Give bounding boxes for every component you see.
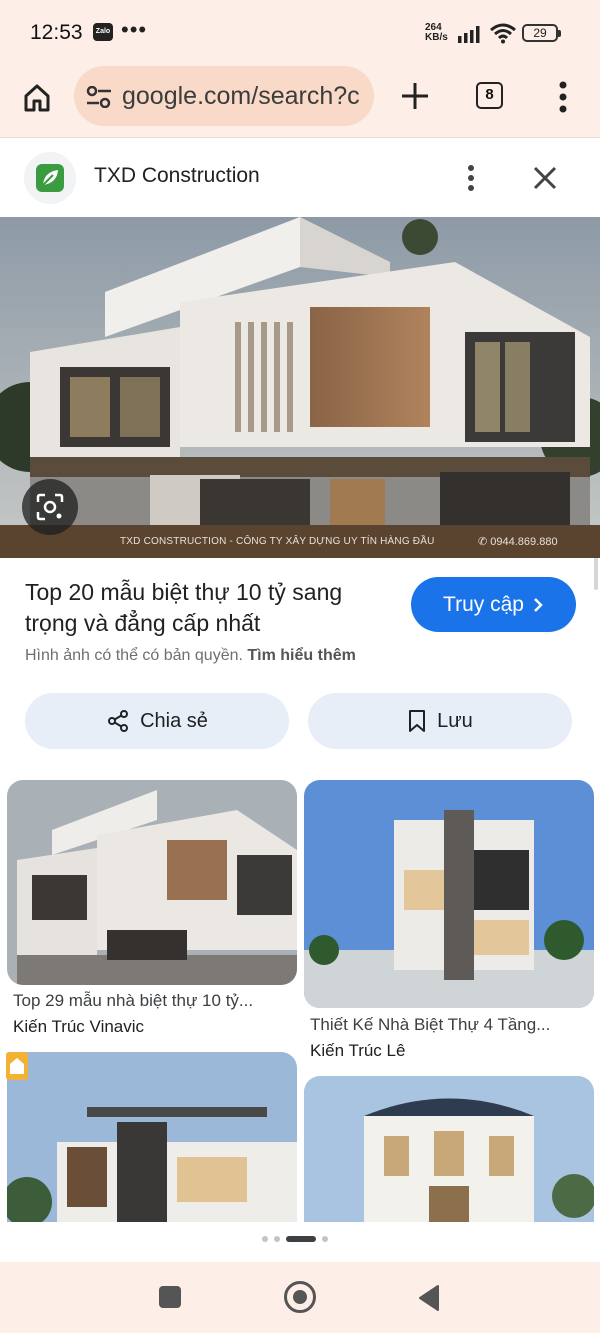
- related-image-source[interactable]: Kiến Trúc Lê: [310, 1041, 405, 1061]
- visit-button[interactable]: Truy cập: [411, 577, 576, 632]
- hero-image[interactable]: TXD CONSTRUCTION - CÔNG TY XÂY DỰNG UY T…: [0, 217, 600, 558]
- image-result-title: Top 20 mẫu biệt thự 10 tỷ sang trọng và …: [25, 579, 343, 636]
- share-button[interactable]: Chia sẻ: [25, 693, 289, 749]
- page-dot: [322, 1236, 328, 1242]
- related-image-source[interactable]: Kiến Trúc Vinavic: [13, 1017, 144, 1037]
- related-image-card[interactable]: [304, 1076, 594, 1222]
- related-image-card[interactable]: [7, 780, 297, 985]
- wifi-icon: [490, 23, 516, 44]
- battery-indicator: 29: [522, 24, 561, 42]
- related-image-card[interactable]: [304, 780, 594, 1008]
- close-icon[interactable]: [530, 163, 560, 193]
- save-button-label: Lưu: [437, 709, 473, 732]
- network-speed: 264 KB/s: [425, 23, 448, 43]
- page-dot: [274, 1236, 280, 1242]
- lens-icon: [36, 493, 64, 521]
- leaf-logo-icon: [36, 164, 64, 192]
- browser-toolbar: google.com/search?c 8: [0, 62, 600, 138]
- site-favicon: [24, 152, 76, 204]
- related-image-thumbnail: [7, 780, 297, 985]
- share-button-label: Chia sẻ: [140, 709, 208, 732]
- new-tab-button[interactable]: [398, 79, 432, 113]
- google-lens-button[interactable]: [22, 479, 78, 535]
- related-image-title[interactable]: Top 29 mẫu nhà biệt thự 10 tỷ...: [13, 991, 253, 1011]
- status-time: 12:53: [30, 21, 83, 44]
- home-icon: [24, 84, 50, 112]
- browser-menu-button[interactable]: [552, 79, 574, 115]
- visit-button-label: Truy cập: [443, 592, 524, 616]
- back-button[interactable]: [416, 1284, 442, 1312]
- related-image-thumbnail: [304, 1076, 594, 1222]
- image-watermark-caption: TXD CONSTRUCTION - CÔNG TY XÂY DỰNG UY T…: [120, 536, 435, 547]
- more-notifications-icon: •••: [121, 17, 148, 42]
- related-image-title[interactable]: Thiết Kế Nhà Biệt Thự 4 Tầng...: [310, 1015, 550, 1035]
- carousel-page-indicator: [262, 1236, 328, 1242]
- url-text[interactable]: google.com/search?c: [122, 82, 362, 111]
- signal-icon: [458, 26, 480, 43]
- learn-more-link[interactable]: Tìm hiểu thêm: [247, 647, 355, 664]
- page-dot-active: [286, 1236, 316, 1242]
- system-navigation-bar: [0, 1262, 600, 1333]
- related-image-thumbnail: [7, 1052, 297, 1222]
- address-bar[interactable]: google.com/search?c: [74, 66, 374, 126]
- chevron-right-icon: [534, 597, 543, 612]
- home-button[interactable]: [18, 79, 56, 117]
- zalo-notification-icon: Zalo: [93, 23, 113, 41]
- site-name[interactable]: TXD Construction: [94, 164, 260, 188]
- image-viewer-header: TXD Construction: [0, 139, 600, 217]
- site-settings-icon[interactable]: [86, 86, 112, 108]
- status-bar: 12:53 Zalo ••• 264 KB/s 29: [0, 0, 600, 62]
- more-options-icon[interactable]: [460, 163, 482, 193]
- related-image-card[interactable]: [7, 1052, 297, 1222]
- villa-rendering: [0, 217, 600, 558]
- save-button[interactable]: Lưu: [308, 693, 572, 749]
- image-watermark-phone: ✆ 0944.869.880: [478, 536, 558, 548]
- recents-button[interactable]: [159, 1286, 181, 1308]
- page-dot: [262, 1236, 268, 1242]
- copyright-text: Hình ảnh có thể có bản quyền.: [25, 647, 243, 664]
- network-speed-unit: KB/s: [425, 32, 448, 43]
- share-icon: [108, 710, 129, 732]
- related-image-thumbnail: [304, 780, 594, 1008]
- tab-switcher-button[interactable]: 8: [476, 82, 503, 109]
- copyright-notice: Hình ảnh có thể có bản quyền. Tìm hiểu t…: [25, 647, 356, 665]
- system-home-button[interactable]: [284, 1281, 316, 1313]
- source-badge-icon: [6, 1052, 28, 1080]
- bookmark-icon: [409, 710, 426, 732]
